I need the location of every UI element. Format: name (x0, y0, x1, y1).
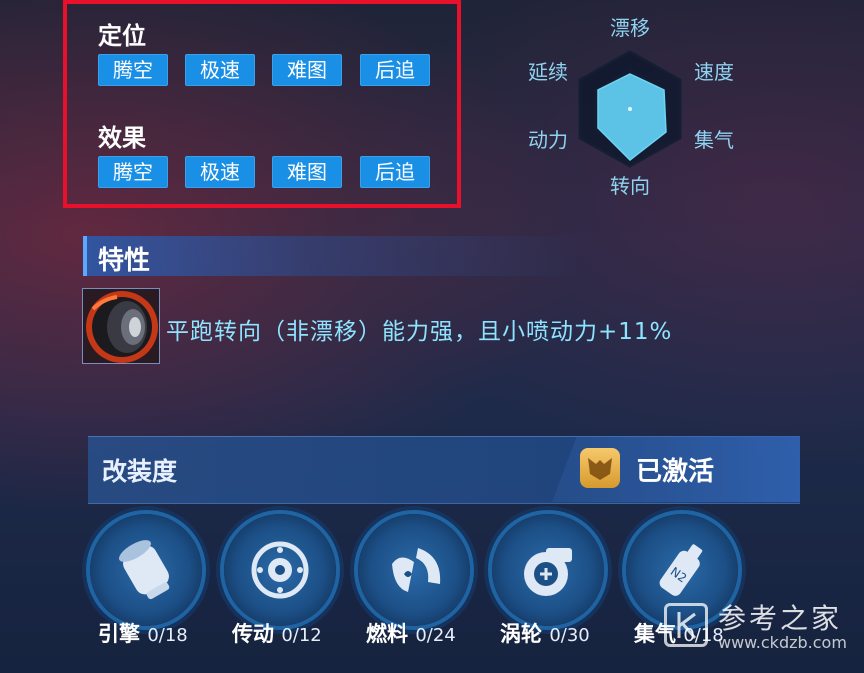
trait-title: 特性 (98, 246, 151, 276)
modification-title: 改装度 (102, 457, 178, 486)
fuel-icon (392, 548, 441, 592)
part-transmission[interactable] (224, 514, 336, 626)
positioning-tag-jisu: 极速 (185, 54, 255, 86)
part-turbo[interactable] (492, 514, 604, 626)
effect-tag-tengkong: 腾空 (98, 156, 168, 188)
positioning-title: 定位 (98, 22, 146, 50)
mask-badge-icon (580, 448, 620, 488)
watermark-logo-icon (664, 603, 708, 647)
positioning-tag-houzhui: 后追 (360, 54, 430, 86)
gear-icon (251, 541, 309, 599)
turbo-icon (524, 548, 572, 596)
watermark-text: 参考之家 (718, 602, 843, 635)
effect-tag-jisu: 极速 (185, 156, 255, 188)
radar-label-steering: 转向 (610, 174, 650, 198)
part-fuel[interactable] (358, 514, 470, 626)
effect-title: 效果 (98, 124, 146, 152)
radar-chart (578, 50, 682, 168)
positioning-tag-tengkong: 腾空 (98, 54, 168, 86)
n2o-icon: N2 (659, 544, 703, 596)
trait-description: 平跑转向（非漂移）能力强，且小喷动力+11% (166, 319, 673, 345)
effect-tag-nantu: 难图 (272, 156, 342, 188)
engine-icon (119, 540, 170, 600)
radar-label-drift: 漂移 (610, 16, 650, 40)
positioning-tag-nantu: 难图 (272, 54, 342, 86)
effect-tag-houzhui: 后追 (360, 156, 430, 188)
part-transmission-label: 传动 0/12 (232, 622, 322, 646)
radar-label-nitro-charge: 集气 (694, 128, 734, 152)
radar-label-power: 动力 (528, 128, 568, 152)
radar-label-continuation: 延续 (528, 60, 568, 84)
part-engine[interactable] (90, 514, 202, 626)
part-engine-label: 引擎 0/18 (98, 622, 188, 646)
watermark-url: www.ckdzb.com (718, 633, 847, 652)
part-fuel-label: 燃料 0/24 (366, 622, 456, 646)
tire-icon (82, 288, 160, 364)
radar-label-speed: 速度 (694, 60, 734, 84)
trait-header-bar (83, 236, 587, 276)
activation-status: 已激活 (636, 457, 715, 487)
part-turbo-label: 涡轮 0/30 (500, 622, 590, 646)
